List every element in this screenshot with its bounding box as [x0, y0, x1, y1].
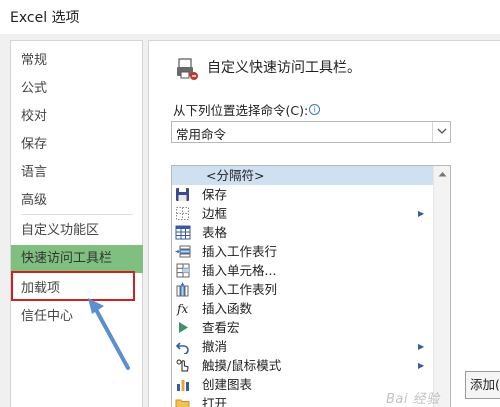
function-icon: fx: [176, 302, 188, 316]
open-folder-icon: [175, 399, 190, 407]
nav-item-save[interactable]: 保存: [11, 131, 143, 159]
undo-icon: [175, 342, 189, 354]
list-item-label: 插入函数: [202, 301, 253, 316]
submenu-arrow-icon: ▶: [418, 361, 425, 370]
list-item-label: 插入工作表行: [202, 244, 278, 259]
list-item-view-macros[interactable]: 查看宏: [172, 318, 434, 337]
list-item-separator[interactable]: <分隔符>: [172, 166, 434, 185]
add-button[interactable]: 添加(A): [465, 371, 500, 399]
save-icon: [176, 188, 189, 201]
macro-icon: [179, 322, 188, 333]
nav-item-customize-ribbon[interactable]: 自定义功能区: [11, 217, 143, 245]
title-bar: Excel 选项: [0, 0, 500, 34]
svg-text:fx: fx: [176, 302, 188, 316]
list-item-label: <分隔符>: [206, 168, 265, 183]
list-item-insert-sheet-rows[interactable]: 插入工作表行: [172, 242, 434, 261]
list-item-insert-cells[interactable]: 插入单元格...: [172, 261, 434, 280]
main-pane: 自定义快速访问工具栏。 从下列位置选择命令(C): i 常用命令 <分隔符> 保…: [148, 40, 500, 407]
list-item-undo[interactable]: 撤消 ▶: [172, 337, 434, 356]
nav-divider: [21, 214, 133, 215]
nav-item-general[interactable]: 常规: [11, 47, 143, 75]
list-item-label: 撤消: [202, 339, 228, 354]
section-header: 自定义快速访问工具栏。: [207, 60, 361, 76]
submenu-arrow-icon: ▶: [418, 209, 425, 218]
list-item-insert-sheet-columns[interactable]: 插入工作表列: [172, 280, 434, 299]
quick-access-toolbar-icon: [177, 58, 198, 80]
list-item-label: 插入工作表列: [202, 282, 278, 297]
annotation-arrow-icon: [88, 298, 130, 370]
select-dropdown-button[interactable]: [432, 122, 450, 142]
list-item-save[interactable]: 保存: [172, 185, 434, 204]
commands-list[interactable]: <分隔符> 保存 边框 ▶ 表格 插入工作表行 插入单元格... 插入工作表列 …: [171, 165, 451, 407]
list-scrollbar[interactable]: [433, 166, 450, 407]
border-icon: [176, 207, 189, 220]
list-item-label: 触摸/鼠标模式: [202, 358, 282, 373]
list-item-insert-function[interactable]: fx 插入函数: [172, 299, 434, 318]
nav-item-formulas[interactable]: 公式: [11, 75, 143, 103]
scroll-up-icon[interactable]: [438, 171, 447, 177]
submenu-arrow-icon: ▶: [418, 342, 425, 351]
choose-commands-label: 从下列位置选择命令(C): i: [173, 100, 321, 119]
table-icon: [175, 225, 191, 240]
chart-icon: [177, 380, 189, 391]
list-item-label: 表格: [202, 225, 228, 240]
list-item-label: 保存: [202, 187, 228, 202]
nav-item-quick-access-toolbar[interactable]: 快速访问工具栏: [11, 245, 143, 273]
list-item-label: 插入单元格...: [202, 263, 277, 278]
list-item-label: 创建图表: [202, 377, 253, 392]
touch-mouse-icon: [176, 359, 189, 372]
list-item-table[interactable]: 表格: [172, 223, 434, 242]
insert-cells-icon: [176, 263, 190, 278]
dialog-body: 常规 公式 校对 保存 语言 高级 自定义功能区 快速访问工具栏 加载项 信任中…: [0, 34, 500, 407]
chevron-down-icon: [437, 128, 447, 134]
nav-item-language[interactable]: 语言: [11, 159, 143, 187]
list-item-label: 打开: [202, 396, 228, 407]
commands-source-value: 常用命令: [176, 127, 227, 142]
info-icon[interactable]: i: [309, 104, 321, 115]
list-item-label: 查看宏: [202, 320, 240, 335]
nav-item-proofing[interactable]: 校对: [11, 103, 143, 131]
window-title: Excel 选项: [10, 10, 80, 26]
watermark-logo: Bai 经验: [386, 392, 440, 407]
list-item-borders[interactable]: 边框 ▶: [172, 204, 434, 223]
commands-source-select[interactable]: 常用命令: [171, 121, 451, 143]
insert-column-icon: [176, 282, 189, 297]
list-item-label: 边框: [202, 206, 228, 221]
insert-row-icon: [175, 245, 191, 258]
choose-commands-label-text: 从下列位置选择命令(C):: [173, 103, 309, 118]
list-item-touch-mouse-mode[interactable]: 触摸/鼠标模式 ▶: [172, 356, 434, 375]
nav-item-advanced[interactable]: 高级: [11, 187, 143, 215]
